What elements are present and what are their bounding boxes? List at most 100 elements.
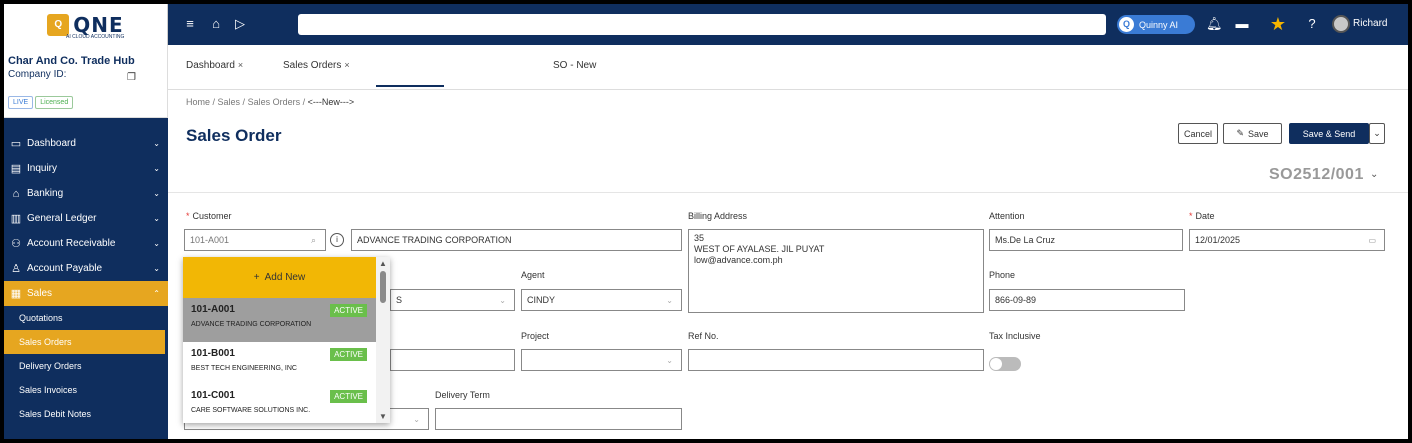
customer-code-input[interactable] — [184, 229, 326, 251]
close-icon[interactable]: × — [344, 60, 349, 70]
customer-label-text: Customer — [192, 211, 232, 221]
sidebar-item-account-receivable[interactable]: ⚇ Account Receivable ⌄ — [4, 231, 168, 256]
calendar-icon[interactable]: ▭ — [1368, 236, 1376, 245]
ref-no-label: Ref No. — [688, 331, 719, 341]
sidebar-subitem-delivery-orders[interactable]: Delivery Orders — [4, 354, 168, 378]
sidebar-item-label: Inquiry — [27, 163, 58, 174]
subitem-label: Sales Orders — [19, 337, 72, 347]
sidebar-subitem-sales-invoices[interactable]: Sales Invoices — [4, 378, 168, 402]
billing-address-textarea[interactable]: 35 WEST OF AYALASE. JIL PUYAT low@advanc… — [688, 229, 984, 313]
info-icon[interactable]: i — [330, 233, 344, 247]
agent-value: CINDY — [527, 295, 556, 305]
company-id-label: Company ID: — [8, 69, 67, 80]
chevron-down-icon: ⌄ — [666, 295, 673, 305]
tab-sales-orders[interactable]: Sales Orders × — [283, 60, 350, 71]
tab-dashboard[interactable]: Dashboard × — [186, 60, 243, 71]
customer-label: * Customer — [186, 211, 232, 221]
sidebar-item-banking[interactable]: ⌂ Banking ⌄ — [4, 181, 168, 206]
top-bar: Q QNE AI CLOUD ACCOUNTING ≡ ⌂ ▷ Q Quinny… — [4, 4, 1408, 45]
help-icon[interactable]: ? — [1304, 16, 1320, 32]
attention-field[interactable]: Ms.De La Cruz — [989, 229, 1183, 251]
menu-icon[interactable]: ≡ — [182, 16, 198, 32]
copy-icon[interactable]: ❐ — [127, 72, 136, 83]
sidebar-nav: ▭ Dashboard ⌄ ▤ Inquiry ⌄ ⌂ Banking ⌄ ▥ … — [4, 131, 168, 426]
sidebar-item-inquiry[interactable]: ▤ Inquiry ⌄ — [4, 156, 168, 181]
mascot-icon[interactable]: ★ — [1266, 12, 1290, 36]
phone-value: 866-09-89 — [995, 295, 1037, 305]
save-label: Save — [1248, 128, 1269, 139]
sidebar-subitem-sales-orders[interactable]: Sales Orders — [4, 330, 165, 354]
tab-bar: Dashboard × Sales Orders × SO - New — [168, 45, 1408, 90]
breadcrumb-sales-orders[interactable]: Sales Orders — [248, 97, 301, 107]
cancel-label: Cancel — [1183, 128, 1212, 139]
global-search-input[interactable] — [298, 14, 1106, 35]
customer-name-field[interactable]: ADVANCE TRADING CORPORATION — [351, 229, 682, 251]
option-name: CARE SOFTWARE SOLUTIONS INC. — [191, 407, 311, 414]
hidden-field-2[interactable] — [390, 349, 515, 371]
tab-so-new[interactable]: SO - New — [553, 60, 596, 71]
project-select[interactable]: ⌄ — [521, 349, 682, 371]
sidebar-item-dashboard[interactable]: ▭ Dashboard ⌄ — [4, 131, 168, 156]
status-badge: ACTIVE — [330, 348, 367, 361]
option-name: BEST TECH ENGINEERING, INC — [191, 365, 297, 372]
scrollbar-thumb[interactable] — [380, 271, 386, 303]
user-name[interactable]: Richard — [1353, 18, 1387, 29]
pencil-icon: ✎ — [1236, 128, 1245, 138]
customer-option[interactable]: 101-C001 CARE SOFTWARE SOLUTIONS INC. AC… — [183, 384, 376, 423]
play-icon[interactable]: ▷ — [232, 16, 248, 32]
hidden-select-field[interactable]: S ⌄ — [390, 289, 515, 311]
save-button[interactable]: ✎ Save — [1223, 123, 1282, 144]
so-number: SO2512/001 — [1269, 166, 1364, 183]
dropdown-scrollbar[interactable]: ▲ ▼ — [376, 257, 390, 423]
bell-icon[interactable]: 🔔︎ — [1206, 16, 1223, 32]
customer-option[interactable]: 101-B001 BEST TECH ENGINEERING, INC ACTI… — [183, 342, 376, 386]
sidebar-item-label: Account Payable — [27, 263, 103, 274]
receivable-icon: ⚇ — [11, 238, 21, 250]
sidebar-item-general-ledger[interactable]: ▥ General Ledger ⌄ — [4, 206, 168, 231]
ref-no-field[interactable] — [688, 349, 984, 371]
date-field[interactable]: 12/01/2025 ▭ — [1189, 229, 1385, 251]
agent-select[interactable]: CINDY ⌄ — [521, 289, 682, 311]
avatar[interactable] — [1332, 15, 1350, 33]
document-icon: ▤ — [10, 163, 22, 175]
hidden-select-value: S — [396, 295, 403, 305]
date-label: * Date — [1189, 211, 1215, 221]
breadcrumb-sales[interactable]: Sales — [218, 97, 241, 107]
sidebar-item-label: Banking — [27, 188, 64, 199]
payable-icon: ♙ — [11, 263, 21, 275]
breadcrumb-home[interactable]: Home — [186, 97, 210, 107]
sidebar-item-label: Account Receivable — [27, 238, 116, 249]
sidebar-subitem-sales-debit-notes[interactable]: Sales Debit Notes — [4, 402, 168, 426]
store-icon[interactable]: ▬ — [1234, 16, 1250, 32]
chevron-down-icon: ⌄ — [413, 414, 420, 424]
scroll-up-icon[interactable]: ▲ — [379, 259, 387, 268]
license-badges: LIVE Licensed — [8, 96, 74, 109]
plus-icon: + — [253, 272, 260, 283]
phone-field[interactable]: 866-09-89 — [989, 289, 1185, 311]
billing-line: low@advance.com.ph — [694, 255, 783, 265]
delivery-term-field[interactable] — [435, 408, 682, 430]
home-icon[interactable]: ⌂ — [208, 16, 224, 32]
cancel-button[interactable]: Cancel — [1178, 123, 1218, 144]
search-icon[interactable]: ⌕ — [311, 235, 316, 246]
add-new-customer-button[interactable]: + Add New — [183, 257, 376, 298]
licensed-badge: Licensed — [35, 96, 74, 109]
chevron-down-icon: ⌄ — [153, 139, 160, 148]
customer-option[interactable]: 101-A001 ADVANCE TRADING CORPORATION ACT… — [183, 298, 376, 342]
monitor-icon: ▭ — [10, 138, 22, 150]
close-icon[interactable]: × — [238, 60, 243, 70]
save-options-button[interactable]: ⌄ — [1369, 123, 1385, 144]
sidebar-item-account-payable[interactable]: ♙ Account Payable ⌄ — [4, 256, 168, 281]
attention-label: Attention — [989, 211, 1025, 221]
date-value: 12/01/2025 — [1195, 235, 1241, 245]
tax-inclusive-toggle[interactable] — [989, 357, 1021, 371]
sidebar-item-sales[interactable]: ▦ Sales ⌃ — [4, 281, 168, 306]
sidebar-subitem-quotations[interactable]: Quotations — [4, 306, 168, 330]
logo-area[interactable]: Q QNE AI CLOUD ACCOUNTING — [4, 4, 168, 45]
quinny-ai-button[interactable]: Q Quinny AI — [1117, 15, 1195, 34]
add-new-label: Add New — [264, 272, 306, 283]
scroll-down-icon[interactable]: ▼ — [379, 412, 387, 421]
chevron-down-icon[interactable]: ⌄ — [1370, 169, 1378, 180]
chevron-down-icon: ⌄ — [153, 239, 160, 248]
save-send-button[interactable]: Save & Send — [1289, 123, 1369, 144]
